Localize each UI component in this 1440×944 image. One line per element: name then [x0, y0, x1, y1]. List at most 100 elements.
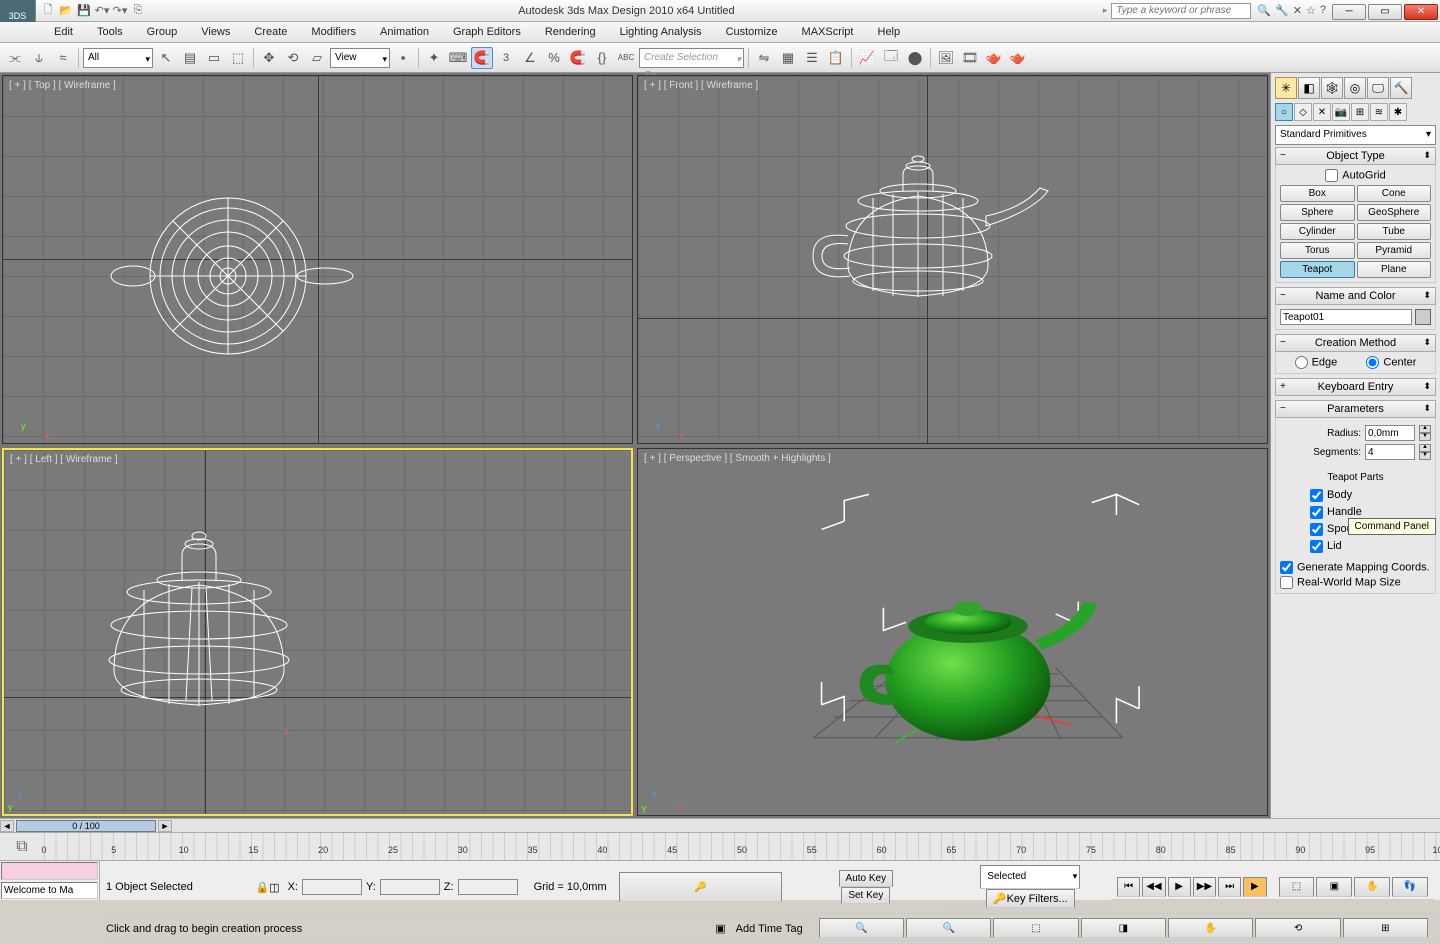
quick-render-icon[interactable]: 🫖	[1007, 47, 1029, 69]
menu-modifiers[interactable]: Modifiers	[301, 24, 366, 40]
radius-down[interactable]: ▼	[1419, 433, 1431, 441]
render-icon[interactable]: 🫖	[983, 47, 1005, 69]
x-input[interactable]	[302, 879, 362, 895]
key-icon[interactable]: 🔑	[619, 872, 782, 902]
menu-tools[interactable]: Tools	[87, 24, 133, 40]
keymode-dropdown[interactable]: Selected	[980, 865, 1080, 889]
material-icon[interactable]: ⬤	[904, 47, 926, 69]
redo-icon[interactable]: ↷▾	[112, 3, 128, 19]
percent-snap-icon[interactable]: %	[543, 47, 565, 69]
zoom-icon[interactable]: 🔍	[819, 918, 904, 938]
rollout-keyboard-entry[interactable]: Keyboard Entry⬍	[1275, 378, 1436, 396]
link-icon[interactable]: ⎘	[130, 3, 146, 19]
orbit-icon[interactable]: ⟲	[1255, 918, 1340, 938]
lock-icon[interactable]: 🔒	[255, 881, 269, 894]
undo-icon[interactable]: ↶▾	[94, 3, 110, 19]
trackbar-icon[interactable]: ⧉	[0, 833, 44, 860]
btn-torus[interactable]: Torus	[1280, 242, 1355, 259]
radio-edge[interactable]: Edge	[1295, 356, 1338, 369]
keyboard-icon[interactable]: ⌨	[447, 47, 469, 69]
viewport-top-label[interactable]: [ + ] [ Top ] [ Wireframe ]	[9, 80, 116, 91]
curve-editor-icon[interactable]: 📈	[856, 47, 878, 69]
time-slider[interactable]: 0 / 100	[16, 820, 156, 832]
rotate-icon[interactable]: ⟲	[282, 47, 304, 69]
tab-motion[interactable]: ◎	[1344, 77, 1366, 99]
object-name-input[interactable]	[1280, 309, 1412, 325]
mirror-icon[interactable]: ⇋	[753, 47, 775, 69]
viewport-perspective[interactable]: [ + ] [ Perspective ] [ Smooth + Highlig…	[637, 448, 1268, 817]
pan-icon[interactable]: ✋	[1168, 918, 1253, 938]
exchange-icon[interactable]: ✕	[1293, 4, 1302, 17]
menu-lighting[interactable]: Lighting Analysis	[610, 24, 712, 40]
nav-select-icon[interactable]: ▣	[1316, 877, 1352, 897]
autogrid-checkbox[interactable]	[1325, 169, 1338, 182]
y-input[interactable]	[380, 879, 440, 895]
render-setup-icon[interactable]: 🖼	[935, 47, 957, 69]
script-icon[interactable]: ▣	[715, 922, 725, 935]
save-icon[interactable]: 💾	[76, 3, 92, 19]
menu-customize[interactable]: Customize	[716, 24, 788, 40]
menu-grapheditors[interactable]: Graph Editors	[443, 24, 531, 40]
sub-geometry[interactable]: ○	[1275, 103, 1293, 121]
add-time-tag[interactable]: Add Time Tag	[736, 923, 803, 935]
snap3-icon[interactable]: 3	[495, 47, 517, 69]
sub-cameras[interactable]: 📷	[1332, 103, 1350, 121]
manipulate-icon[interactable]: ✦	[423, 47, 445, 69]
move-icon[interactable]: ✥	[258, 47, 280, 69]
color-swatch[interactable]	[1415, 309, 1431, 325]
snap-icon[interactable]: 🧲	[471, 47, 493, 69]
viewport-front-label[interactable]: [ + ] [ Front ] [ Wireframe ]	[644, 80, 758, 91]
fov-icon[interactable]: ◨	[1081, 918, 1166, 938]
sub-shapes[interactable]: ◇	[1294, 103, 1312, 121]
max-toggle-icon[interactable]: ⊞	[1343, 918, 1428, 938]
bind-icon[interactable]: ≈	[52, 47, 74, 69]
radio-center[interactable]: Center	[1366, 356, 1416, 369]
align-icon[interactable]: ▦	[777, 47, 799, 69]
sub-systems[interactable]: ✱	[1389, 103, 1407, 121]
close-button[interactable]: ✕	[1404, 4, 1438, 20]
chk-lid[interactable]	[1310, 540, 1323, 553]
coord-toggle-icon[interactable]: ◫	[269, 881, 279, 894]
menu-maxscript[interactable]: MAXScript	[792, 24, 864, 40]
help-icon[interactable]: ?	[1320, 4, 1326, 17]
abc-icon[interactable]: ABC	[615, 47, 637, 69]
chk-genmap[interactable]	[1280, 561, 1293, 574]
btn-box[interactable]: Box	[1280, 185, 1355, 202]
rollout-object-type[interactable]: Object Type⬍	[1275, 147, 1436, 165]
selection-filter[interactable]: All	[83, 48, 153, 68]
new-icon[interactable]: 🗋	[40, 3, 56, 19]
btn-plane[interactable]: Plane	[1357, 261, 1432, 278]
schematic-icon[interactable]: 🗔	[880, 47, 902, 69]
window-crossing-icon[interactable]: ⬚	[227, 47, 249, 69]
chk-spout[interactable]	[1310, 523, 1323, 536]
edit-named-sel-icon[interactable]: {}	[591, 47, 613, 69]
chk-body[interactable]	[1310, 489, 1323, 502]
segments-input[interactable]	[1365, 444, 1415, 460]
scroll-left[interactable]: ◄	[0, 820, 14, 832]
binoculars-icon[interactable]: 🔍	[1257, 4, 1271, 17]
spinner-snap-icon[interactable]: 🧲	[567, 47, 589, 69]
angle-snap-icon[interactable]: ∠	[519, 47, 541, 69]
next-frame-icon[interactable]: ▶▶	[1193, 877, 1216, 897]
tab-hierarchy[interactable]: 🕸	[1321, 77, 1343, 99]
layer-manager-icon[interactable]: 📋	[825, 47, 847, 69]
btn-teapot[interactable]: Teapot	[1280, 261, 1355, 278]
nav-walk-icon[interactable]: 👣	[1392, 877, 1428, 897]
btn-geosphere[interactable]: GeoSphere	[1357, 204, 1432, 221]
radius-up[interactable]: ▲	[1419, 425, 1431, 433]
render-frame-icon[interactable]: 🎞	[959, 47, 981, 69]
viewport-left-label[interactable]: [ + ] [ Left ] [ Wireframe ]	[10, 454, 118, 465]
app-icon[interactable]: 3DS	[0, 0, 36, 22]
tab-utilities[interactable]: 🔨	[1390, 77, 1412, 99]
pivot-icon[interactable]: ▪	[392, 47, 414, 69]
menu-edit[interactable]: Edit	[44, 24, 83, 40]
zoom-ext-icon[interactable]: ⬚	[993, 918, 1078, 938]
scale-icon[interactable]: ▱	[306, 47, 328, 69]
segments-down[interactable]: ▼	[1419, 452, 1431, 460]
rollout-creation-method[interactable]: Creation Method⬍	[1275, 334, 1436, 352]
segments-up[interactable]: ▲	[1419, 444, 1431, 452]
select-icon[interactable]: ↖	[155, 47, 177, 69]
nav-iso-icon[interactable]: ⬚	[1279, 877, 1315, 897]
tab-modify[interactable]: ◧	[1298, 77, 1320, 99]
prev-frame-icon[interactable]: ◀◀	[1142, 877, 1165, 897]
